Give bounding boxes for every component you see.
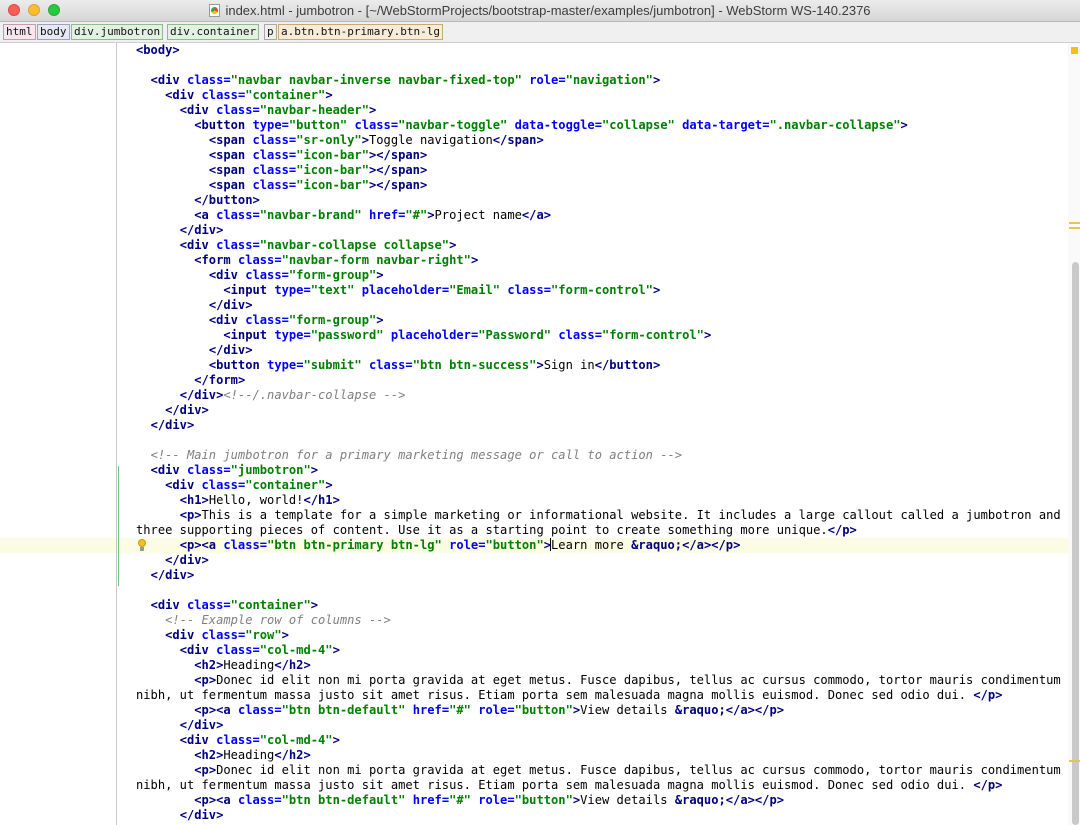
code-line[interactable]: <h2>Heading</h2>	[136, 658, 1056, 673]
code-text[interactable]: <body>​ <div class="navbar navbar-invers…	[136, 43, 1061, 823]
code-line[interactable]: </div><!--/.navbar-collapse -->	[136, 388, 1056, 403]
code-line[interactable]: <p><a class="btn btn-default" href="#" r…	[136, 793, 1056, 808]
code-line[interactable]: <!-- Example row of columns -->	[136, 613, 1056, 628]
code-line[interactable]: <div class="col-md-4">	[136, 733, 1056, 748]
error-stripe-marker[interactable]	[1069, 760, 1080, 762]
code-line[interactable]: ​	[136, 433, 1056, 448]
code-line[interactable]: <span class="icon-bar"></span>	[136, 163, 1056, 178]
title-bar: index.html - jumbotron - [~/WebStormProj…	[0, 0, 1080, 22]
breadcrumb-a-btn[interactable]: a.btn.btn-primary.btn-lg	[278, 24, 443, 40]
code-line[interactable]: <span class="icon-bar"></span>	[136, 178, 1056, 193]
code-line[interactable]: <input type="text" placeholder="Email" c…	[136, 283, 1056, 298]
html-file-icon	[209, 4, 221, 17]
code-line[interactable]: <button type="button" class="navbar-togg…	[136, 118, 1056, 133]
code-line[interactable]: <div class="container">	[136, 598, 1056, 613]
code-line[interactable]: </div>	[136, 568, 1056, 583]
change-marker	[118, 466, 119, 586]
code-line[interactable]: </div>	[136, 223, 1056, 238]
code-line[interactable]: <div class="navbar-collapse collapse">	[136, 238, 1056, 253]
code-line[interactable]: </div>	[136, 808, 1056, 823]
breadcrumb-div-jumbotron[interactable]: div.jumbotron	[71, 24, 164, 40]
code-line[interactable]: <div class="col-md-4">	[136, 643, 1056, 658]
code-line[interactable]: <div class="container">	[136, 478, 1056, 493]
code-line[interactable]: <p>Donec id elit non mi porta gravida at…	[136, 673, 1060, 688]
code-line[interactable]: <form class="navbar-form navbar-right">	[136, 253, 1056, 268]
code-line[interactable]: <div class="form-group">	[136, 268, 1056, 283]
breadcrumb-p[interactable]: p	[264, 24, 277, 40]
window-title-wrap: index.html - jumbotron - [~/WebStormProj…	[0, 0, 1080, 22]
code-line[interactable]: <p>Donec id elit non mi porta gravida at…	[136, 763, 1060, 778]
inspection-status-icon[interactable]	[1071, 47, 1078, 54]
breadcrumb: html body div.jumbotron div.container p …	[0, 22, 1080, 43]
code-line[interactable]: ​	[136, 583, 1056, 598]
code-line[interactable]: <body>	[136, 43, 1056, 58]
code-line[interactable]: </div>	[136, 403, 1056, 418]
gutter-divider	[116, 43, 117, 825]
code-line[interactable]: </form>	[136, 373, 1056, 388]
lightbulb-icon[interactable]	[137, 539, 147, 552]
breadcrumb-body[interactable]: body	[37, 24, 70, 40]
breadcrumb-html[interactable]: html	[3, 24, 36, 40]
code-line[interactable]: <h2>Heading</h2>	[136, 748, 1056, 763]
code-line[interactable]: <span class="icon-bar"></span>	[136, 148, 1056, 163]
code-line[interactable]: <div class="navbar-header">	[136, 103, 1056, 118]
code-line[interactable]: <button type="submit" class="btn btn-suc…	[136, 358, 1056, 373]
code-line[interactable]: <input type="password" placeholder="Pass…	[136, 328, 1056, 343]
code-line[interactable]: <div class="form-group">	[136, 313, 1056, 328]
code-line[interactable]: <p><a class="btn btn-primary btn-lg" rol…	[136, 538, 1056, 553]
code-line[interactable]: nibh, ut fermentum massa justo sit amet …	[136, 688, 1056, 703]
code-line[interactable]: <span class="sr-only">Toggle navigation<…	[136, 133, 1056, 148]
text-caret	[550, 538, 552, 551]
code-line[interactable]: <h1>Hello, world!</h1>	[136, 493, 1056, 508]
code-line[interactable]: <p><a class="btn btn-default" href="#" r…	[136, 703, 1056, 718]
code-line[interactable]: three supporting pieces of content. Use …	[136, 523, 1056, 538]
scrollbar-thumb[interactable]	[1072, 262, 1079, 825]
code-editor[interactable]: <body>​ <div class="navbar navbar-invers…	[0, 43, 1080, 825]
code-line[interactable]: </div>	[136, 343, 1056, 358]
code-line[interactable]: </div>	[136, 298, 1056, 313]
code-line[interactable]: </div>	[136, 718, 1056, 733]
code-line[interactable]: <a class="navbar-brand" href="#">Project…	[136, 208, 1056, 223]
code-line[interactable]: <div class="jumbotron">	[136, 463, 1056, 478]
code-line[interactable]: </button>	[136, 193, 1056, 208]
code-line[interactable]: </div>	[136, 418, 1056, 433]
breadcrumb-div-container[interactable]: div.container	[167, 24, 260, 40]
code-line[interactable]: <p>This is a template for a simple marke…	[136, 508, 1061, 523]
code-line[interactable]: <div class="container">	[136, 88, 1056, 103]
code-line[interactable]: </div>	[136, 553, 1056, 568]
window-title: index.html - jumbotron - [~/WebStormProj…	[225, 3, 871, 18]
error-stripe-marker[interactable]	[1069, 222, 1080, 224]
error-stripe-marker[interactable]	[1069, 227, 1080, 229]
code-line[interactable]: ​	[136, 58, 1056, 73]
code-line[interactable]: nibh, ut fermentum massa justo sit amet …	[136, 778, 1056, 793]
code-line[interactable]: <div class="navbar navbar-inverse navbar…	[136, 73, 1056, 88]
code-line[interactable]: <div class="row">	[136, 628, 1056, 643]
code-line[interactable]: <!-- Main jumbotron for a primary market…	[136, 448, 1056, 463]
